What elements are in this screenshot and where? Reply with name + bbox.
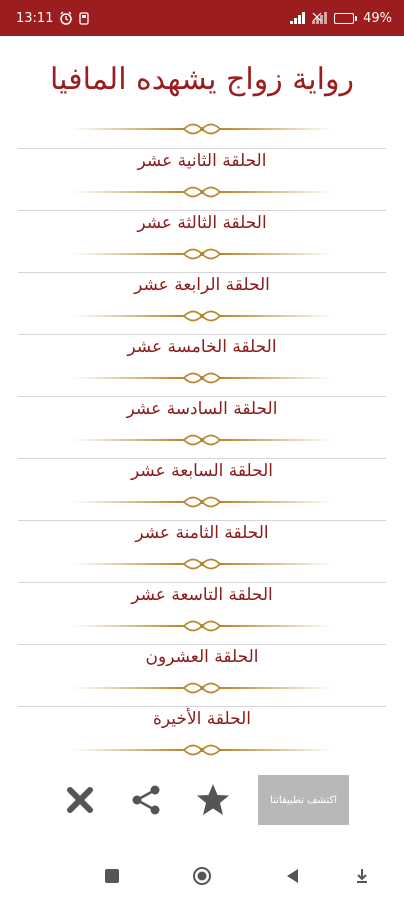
ornament-divider — [72, 246, 332, 260]
battery-percent: 49% — [363, 10, 392, 26]
accessibility-icon[interactable] — [352, 866, 372, 886]
home-icon[interactable] — [192, 866, 212, 886]
episode-item[interactable]: الحلقة العشرون — [18, 645, 386, 669]
storage-icon — [79, 11, 90, 25]
star-icon[interactable] — [195, 782, 231, 818]
page-title: رواية زواج يشهده المافيا — [50, 62, 354, 97]
alarm-icon — [59, 11, 73, 25]
battery-icon — [334, 12, 358, 24]
status-right: 49% — [290, 11, 392, 26]
recents-icon[interactable] — [102, 866, 122, 886]
ornament-divider — [72, 184, 332, 198]
ornament-divider — [72, 308, 332, 322]
signal-icon — [290, 12, 306, 24]
episode-item[interactable]: الحلقة الخامسة عشر — [18, 335, 386, 359]
discover-apps-button[interactable]: اكتشف تطبيقاتنا — [258, 775, 349, 825]
episode-item[interactable]: الحلقة الثامنة عشر — [18, 521, 386, 545]
status-time: 13:11 — [16, 10, 54, 26]
episode-item[interactable]: الحلقة السابعة عشر — [18, 459, 386, 483]
signal-no-service-icon — [312, 12, 328, 24]
close-icon[interactable] — [62, 782, 98, 818]
status-left: 13:11 — [16, 10, 90, 26]
ornament-divider — [72, 556, 332, 570]
ornament-divider — [72, 121, 332, 135]
episode-item[interactable]: الحلقة السادسة عشر — [18, 397, 386, 421]
episode-item[interactable]: الحلقة التاسعة عشر — [18, 583, 386, 607]
ornament-divider — [72, 618, 332, 632]
ornament-divider — [72, 742, 332, 756]
status-bar: 13:11 49% — [0, 0, 404, 36]
episode-item[interactable]: الحلقة الثالثة عشر — [18, 211, 386, 235]
ornament-divider — [72, 432, 332, 446]
ornament-divider — [72, 680, 332, 694]
back-icon[interactable] — [283, 866, 303, 886]
share-icon[interactable] — [128, 782, 164, 818]
ornament-divider — [72, 494, 332, 508]
episode-item[interactable]: الحلقة الأخيرة — [18, 707, 386, 731]
nav-bar — [0, 852, 404, 900]
episode-item[interactable]: الحلقة الثانية عشر — [18, 149, 386, 173]
ornament-divider — [72, 370, 332, 384]
episode-item[interactable]: الحلقة الرابعة عشر — [18, 273, 386, 297]
